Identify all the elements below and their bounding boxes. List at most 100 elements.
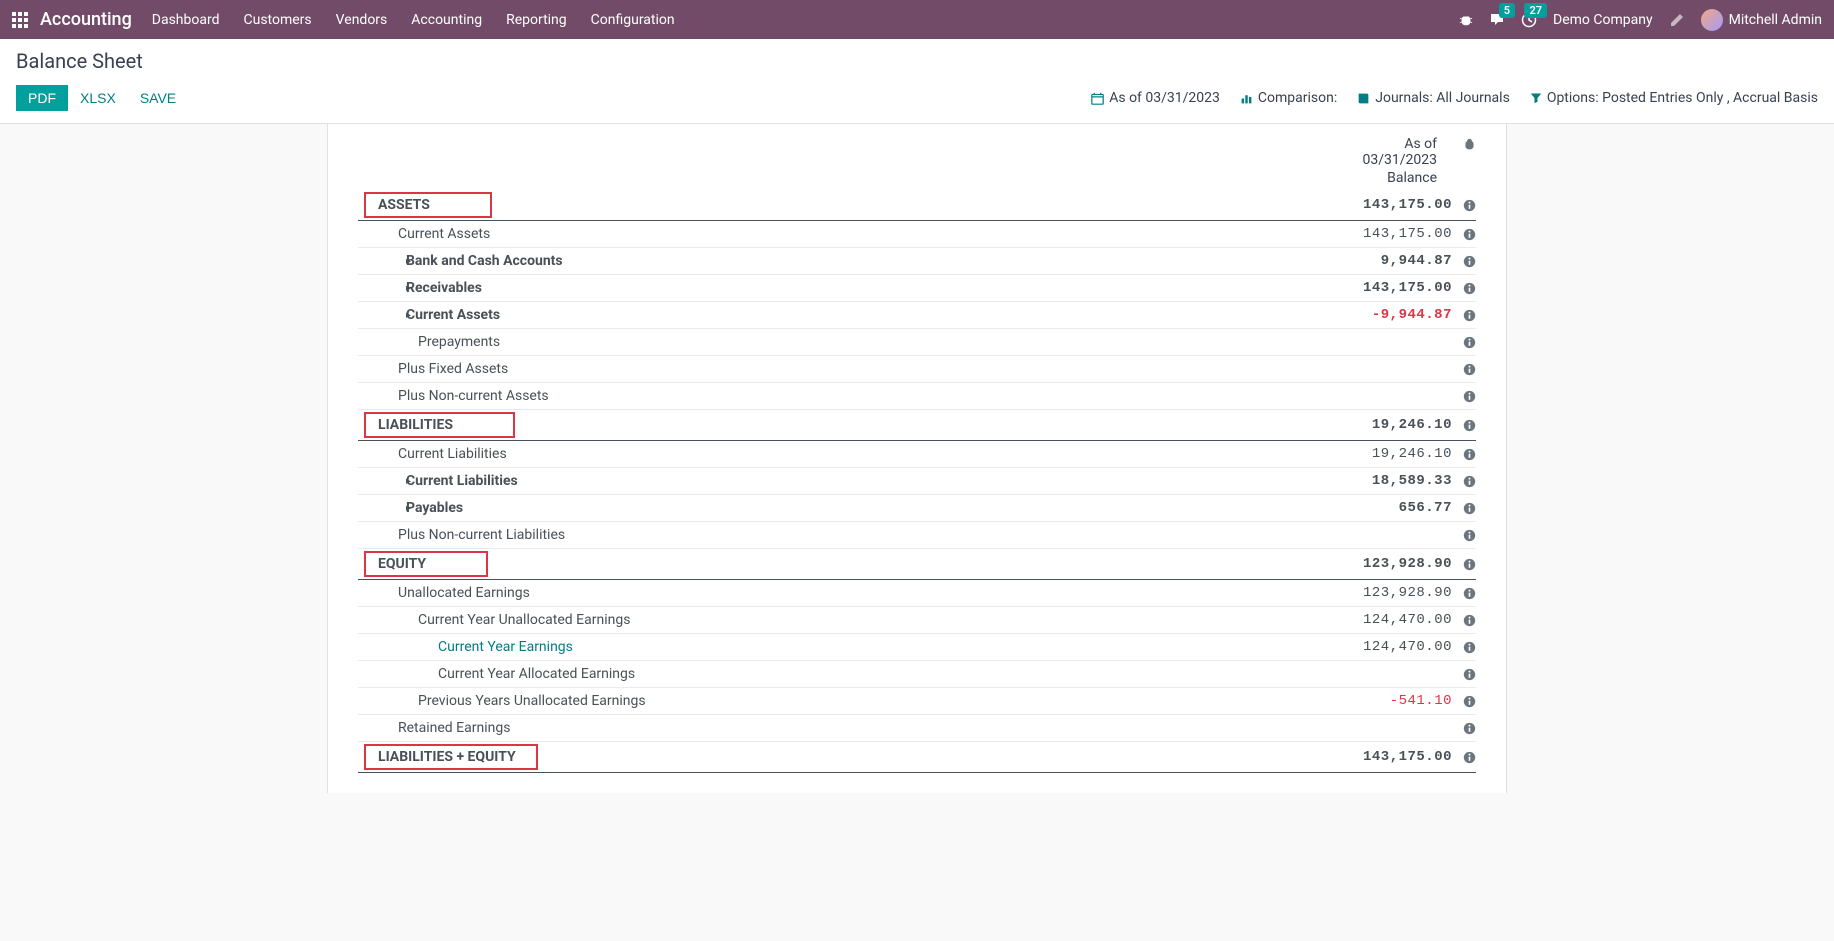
row-value: 143,175.00	[1332, 226, 1452, 242]
info-icon[interactable]	[1452, 474, 1476, 489]
asof-filter[interactable]: As of 03/31/2023	[1091, 90, 1220, 106]
filter-icon	[1530, 92, 1542, 104]
row-value: 143,175.00	[1332, 280, 1452, 296]
header-asof-2: 03/31/2023	[1363, 152, 1438, 168]
comparison-filter[interactable]: Comparison:	[1240, 90, 1337, 106]
company-selector[interactable]: Demo Company	[1553, 12, 1653, 28]
info-icon[interactable]	[1452, 254, 1476, 269]
tools-icon[interactable]	[1669, 11, 1685, 27]
info-icon[interactable]	[1452, 694, 1476, 709]
info-icon[interactable]	[1452, 750, 1476, 765]
info-icon[interactable]	[1452, 447, 1476, 462]
report-debug-icon[interactable]	[1463, 136, 1476, 152]
balance-sheet-report: As of 03/31/2023 Balance ASSETS143,175.0…	[327, 124, 1507, 793]
info-icon[interactable]	[1452, 389, 1476, 404]
navbar-right: 5 27 Demo Company Mitchell Admin	[1459, 9, 1822, 31]
report-row: LIABILITIES + EQUITY 143,175.00	[358, 742, 1476, 773]
info-icon[interactable]	[1452, 198, 1476, 213]
expand-caret-icon[interactable]: ▸	[358, 476, 406, 487]
nav-accounting[interactable]: Accounting	[411, 12, 482, 28]
row-value: 124,470.00	[1332, 639, 1452, 655]
nav-vendors[interactable]: Vendors	[336, 12, 388, 28]
info-icon[interactable]	[1452, 721, 1476, 736]
toolbar: PDF XLSX SAVE As of 03/31/2023 Compariso…	[16, 85, 1818, 111]
report-row: ▸Plus Non-current Liabilities	[358, 522, 1476, 549]
book-icon	[1357, 92, 1370, 105]
report-row: ▸Receivables143,175.00	[358, 275, 1476, 302]
row-value: 19,246.10	[1332, 417, 1452, 433]
row-value: 123,928.90	[1332, 556, 1452, 572]
row-label: LIABILITIES + EQUITY	[378, 749, 516, 765]
nav-dashboard[interactable]: Dashboard	[152, 12, 220, 28]
user-name: Mitchell Admin	[1729, 12, 1822, 28]
info-icon[interactable]	[1452, 335, 1476, 350]
row-label: Current Liabilities	[398, 446, 1332, 462]
row-label: Previous Years Unallocated Earnings	[418, 693, 1332, 709]
info-icon[interactable]	[1452, 528, 1476, 543]
calendar-icon	[1091, 92, 1104, 105]
report-rows: ASSETS143,175.00▸Current Assets143,175.0…	[358, 190, 1476, 773]
report-row: LIABILITIES 19,246.10	[358, 410, 1476, 441]
chart-icon	[1240, 92, 1253, 105]
main-navbar: Accounting Dashboard Customers Vendors A…	[0, 0, 1834, 39]
xlsx-button[interactable]: XLSX	[68, 85, 128, 111]
expand-caret-icon[interactable]: ▸	[358, 283, 406, 294]
row-value: 19,246.10	[1332, 446, 1452, 462]
user-menu[interactable]: Mitchell Admin	[1701, 9, 1822, 31]
row-label: Bank and Cash Accounts	[406, 253, 1332, 269]
nav-customers[interactable]: Customers	[244, 12, 312, 28]
journals-filter[interactable]: Journals: All Journals	[1357, 90, 1510, 106]
debug-icon[interactable]	[1459, 12, 1473, 28]
row-label: Unallocated Earnings	[398, 585, 1332, 601]
apps-menu-icon[interactable]	[12, 12, 28, 28]
expand-caret-icon[interactable]: ▸	[358, 503, 406, 514]
row-value: 9,944.87	[1332, 253, 1452, 269]
row-value: -541.10	[1332, 693, 1452, 709]
row-value: 124,470.00	[1332, 612, 1452, 628]
expand-caret-icon[interactable]: ▸	[358, 256, 406, 267]
expand-caret-icon[interactable]: ▸	[358, 310, 406, 321]
row-value: 18,589.33	[1332, 473, 1452, 489]
save-button[interactable]: SAVE	[128, 85, 188, 111]
info-icon[interactable]	[1452, 586, 1476, 601]
report-container: As of 03/31/2023 Balance ASSETS143,175.0…	[0, 124, 1834, 793]
nav-configuration[interactable]: Configuration	[591, 12, 675, 28]
info-icon[interactable]	[1452, 667, 1476, 682]
header-asof-1: As of	[1363, 136, 1438, 152]
nav-reporting[interactable]: Reporting	[506, 12, 567, 28]
pdf-button[interactable]: PDF	[16, 85, 68, 111]
info-icon[interactable]	[1452, 418, 1476, 433]
info-icon[interactable]	[1452, 640, 1476, 655]
report-row: ▸Payables656.77	[358, 495, 1476, 522]
messages-icon[interactable]: 5	[1489, 11, 1505, 27]
activity-icon[interactable]: 27	[1521, 11, 1537, 27]
row-value: -9,944.87	[1332, 307, 1452, 323]
info-icon[interactable]	[1452, 501, 1476, 516]
row-label: LIABILITIES	[378, 417, 453, 433]
row-label: Current Assets	[398, 226, 1332, 242]
info-icon[interactable]	[1452, 613, 1476, 628]
control-bar: Balance Sheet PDF XLSX SAVE As of 03/31/…	[0, 39, 1834, 124]
row-label: Receivables	[406, 280, 1332, 296]
info-icon[interactable]	[1452, 557, 1476, 572]
row-label: Current Assets	[406, 307, 1332, 323]
report-row: ▸Current Year Earnings124,470.00	[358, 634, 1476, 661]
row-label: Plus Non-current Assets	[398, 388, 1332, 404]
info-icon[interactable]	[1452, 281, 1476, 296]
report-row: ▸Current Liabilities19,246.10	[358, 441, 1476, 468]
options-filter[interactable]: Options: Posted Entries Only , Accrual B…	[1530, 90, 1818, 106]
row-value: 143,175.00	[1332, 749, 1452, 765]
report-header: As of 03/31/2023 Balance	[358, 132, 1476, 190]
row-label[interactable]: Current Year Earnings	[438, 639, 1332, 655]
app-brand[interactable]: Accounting	[40, 9, 132, 30]
info-icon[interactable]	[1452, 308, 1476, 323]
report-row: ▸Current Year Allocated Earnings	[358, 661, 1476, 688]
info-icon[interactable]	[1452, 362, 1476, 377]
row-label: Current Year Allocated Earnings	[438, 666, 1332, 682]
report-row: ▸Current Assets143,175.00	[358, 221, 1476, 248]
report-row: ASSETS143,175.00	[358, 190, 1476, 221]
row-value: 656.77	[1332, 500, 1452, 516]
report-row: ▸Current Year Unallocated Earnings124,47…	[358, 607, 1476, 634]
report-row: ▸Plus Fixed Assets	[358, 356, 1476, 383]
info-icon[interactable]	[1452, 227, 1476, 242]
